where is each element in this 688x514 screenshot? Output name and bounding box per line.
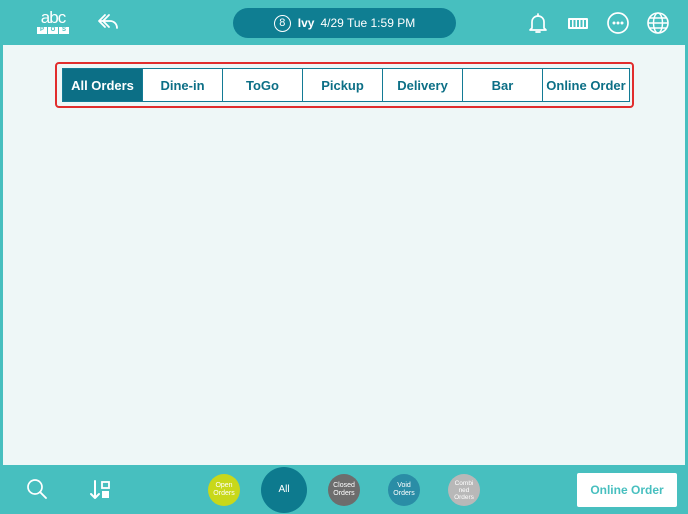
tab-online-order[interactable]: Online Order — [543, 69, 629, 101]
search-icon[interactable] — [26, 478, 48, 500]
globe-icon[interactable] — [646, 11, 670, 35]
filter-all[interactable]: All — [261, 467, 307, 513]
filter-void-orders[interactable]: Void Orders — [388, 474, 420, 506]
orders-content-area — [3, 45, 685, 465]
logo-pos-letters: P O S — [36, 27, 70, 34]
logo-text: abc — [40, 8, 66, 27]
bell-icon[interactable] — [526, 11, 550, 35]
filter-open-orders-label: Open Orders — [213, 482, 235, 497]
order-type-tabs-highlight: All Orders Dine-in ToGo Pickup Delivery … — [55, 62, 634, 108]
filter-open-orders[interactable]: Open Orders — [208, 474, 240, 506]
tab-delivery[interactable]: Delivery — [383, 69, 463, 101]
tab-bar[interactable]: Bar — [463, 69, 543, 101]
back-arrow-icon[interactable] — [96, 11, 120, 33]
order-type-tabs: All Orders Dine-in ToGo Pickup Delivery … — [62, 68, 630, 102]
tab-pickup[interactable]: Pickup — [303, 69, 383, 101]
more-options-icon[interactable] — [606, 11, 630, 35]
tab-togo[interactable]: ToGo — [223, 69, 303, 101]
cash-register-icon[interactable] — [566, 11, 590, 35]
filter-closed-orders-label: Closed Orders — [333, 482, 355, 497]
filter-void-orders-label: Void Orders — [393, 482, 415, 497]
abc-pos-logo: abc P O S — [36, 9, 70, 35]
filter-all-label: All — [278, 484, 290, 495]
top-bar: abc P O S 8 Ivy 4/29 Tue 1:59 PM — [0, 0, 688, 45]
date-time: 4/29 Tue 1:59 PM — [320, 16, 416, 30]
seat-number-badge: 8 — [273, 14, 291, 32]
tab-all-orders[interactable]: All Orders — [63, 69, 143, 101]
user-session-pill[interactable]: 8 Ivy 4/29 Tue 1:59 PM — [233, 8, 456, 38]
sort-icon[interactable] — [89, 478, 113, 502]
user-name: Ivy — [297, 16, 315, 30]
tab-dine-in[interactable]: Dine-in — [143, 69, 223, 101]
filter-combined-orders[interactable]: Combi ned Orders — [448, 474, 480, 506]
filter-combined-orders-label: Combi ned Orders — [454, 479, 474, 501]
online-order-button[interactable]: Online Order — [577, 473, 677, 507]
filter-closed-orders[interactable]: Closed Orders — [328, 474, 360, 506]
